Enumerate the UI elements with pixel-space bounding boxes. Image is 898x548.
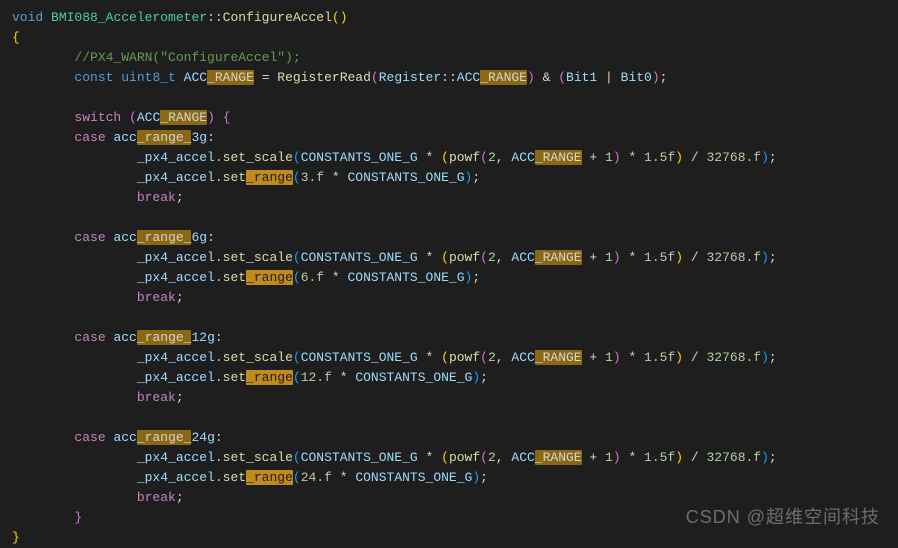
search-highlight: _RANGE — [535, 450, 582, 465]
code-editor[interactable]: void BMI088_Accelerometer::ConfigureAcce… — [12, 8, 898, 548]
search-highlight: _RANGE — [160, 110, 207, 125]
code-line: break; — [12, 288, 898, 308]
code-line: break; — [12, 488, 898, 508]
code-line: _px4_accel.set_scale(CONSTANTS_ONE_G * (… — [12, 348, 898, 368]
code-line: case acc_range_3g: — [12, 128, 898, 148]
code-line: _px4_accel.set_scale(CONSTANTS_ONE_G * (… — [12, 248, 898, 268]
search-highlight: _RANGE — [535, 150, 582, 165]
search-highlight-current: _range — [246, 170, 293, 185]
search-highlight-current: _range — [246, 470, 293, 485]
search-highlight: _range_ — [137, 230, 192, 245]
code-line: _px4_accel.set_range(6.f * CONSTANTS_ONE… — [12, 268, 898, 288]
search-highlight-current: _range — [246, 270, 293, 285]
search-highlight: _range_ — [137, 330, 192, 345]
code-line: //PX4_WARN("ConfigureAccel"); — [12, 48, 898, 68]
code-line — [12, 208, 898, 228]
code-line: } — [12, 528, 898, 548]
search-highlight: _RANGE — [535, 350, 582, 365]
code-line — [12, 408, 898, 428]
code-line: void BMI088_Accelerometer::ConfigureAcce… — [12, 8, 898, 28]
watermark: CSDN @超维空间科技 — [686, 507, 880, 527]
code-line: case acc_range_12g: — [12, 328, 898, 348]
search-highlight: _RANGE — [480, 70, 527, 85]
code-line: _px4_accel.set_range(24.f * CONSTANTS_ON… — [12, 468, 898, 488]
code-line: case acc_range_24g: — [12, 428, 898, 448]
code-line: _px4_accel.set_range(12.f * CONSTANTS_ON… — [12, 368, 898, 388]
code-line: break; — [12, 188, 898, 208]
code-line: _px4_accel.set_scale(CONSTANTS_ONE_G * (… — [12, 448, 898, 468]
search-highlight: _range_ — [137, 130, 192, 145]
code-line — [12, 308, 898, 328]
code-line: const uint8_t ACC_RANGE = RegisterRead(R… — [12, 68, 898, 88]
search-highlight: _RANGE — [207, 70, 254, 85]
code-line: case acc_range_6g: — [12, 228, 898, 248]
search-highlight: _range_ — [137, 430, 192, 445]
code-line: _px4_accel.set_scale(CONSTANTS_ONE_G * (… — [12, 148, 898, 168]
search-highlight: _RANGE — [535, 250, 582, 265]
code-line — [12, 88, 898, 108]
code-line: _px4_accel.set_range(3.f * CONSTANTS_ONE… — [12, 168, 898, 188]
search-highlight-current: _range — [246, 370, 293, 385]
code-line: break; — [12, 388, 898, 408]
code-line: { — [12, 28, 898, 48]
code-line: switch (ACC_RANGE) { — [12, 108, 898, 128]
